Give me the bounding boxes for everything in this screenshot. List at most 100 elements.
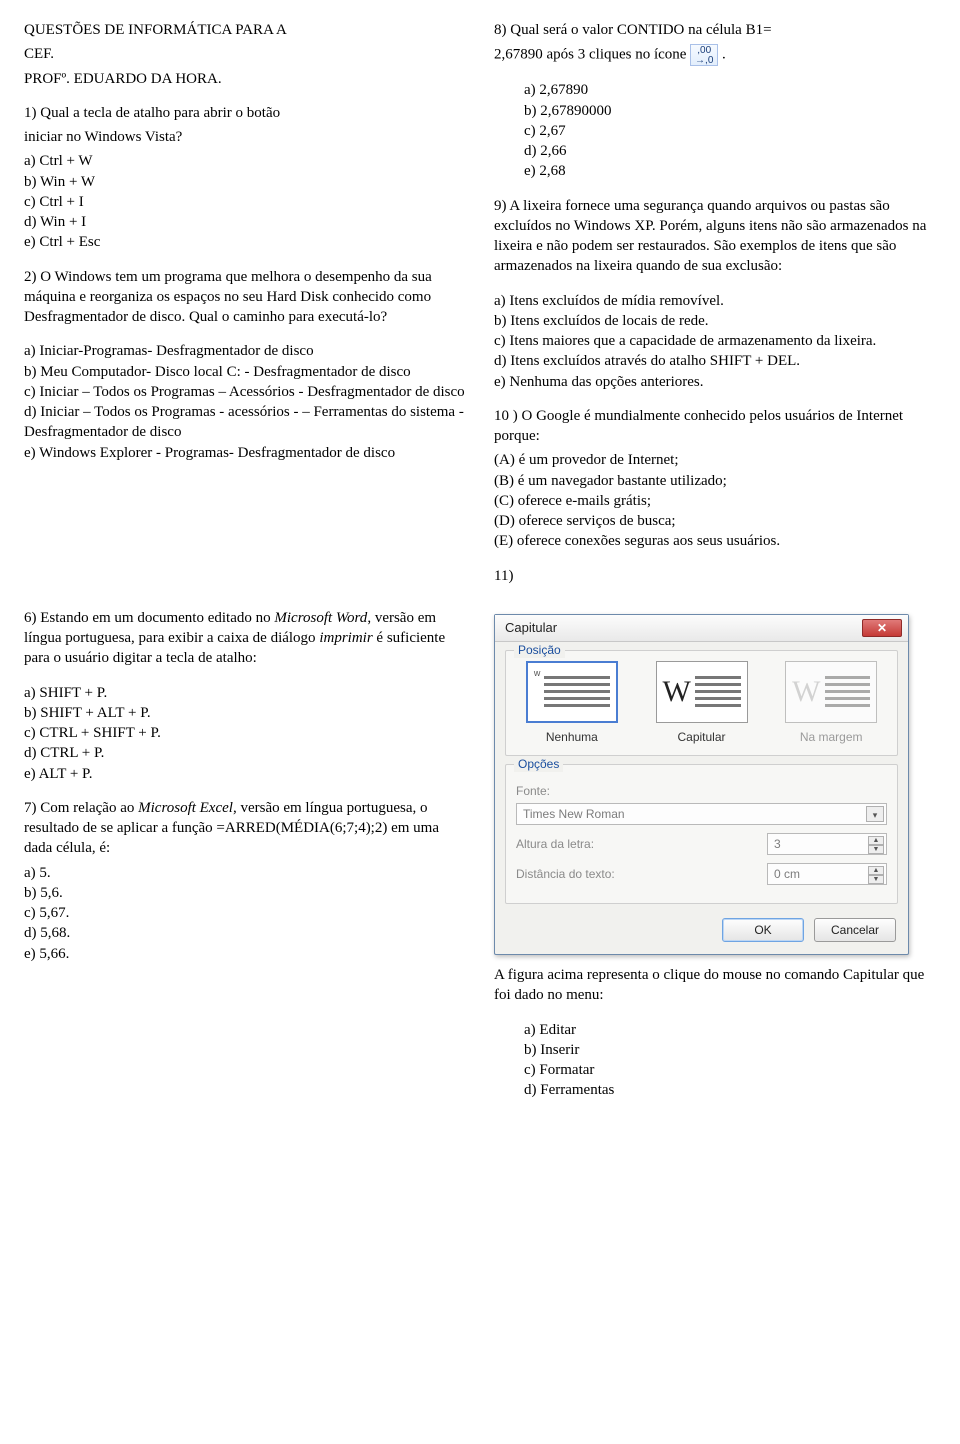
q8-stem-l2b: . — [722, 47, 726, 63]
q10-d: (D) oferece serviços de busca; — [494, 511, 936, 531]
q11-options: a) Editar b) Inserir c) Formatar d) Ferr… — [494, 1020, 936, 1101]
q1-a: a) Ctrl + W — [24, 151, 466, 171]
doc-title-l1: QUESTÕES DE INFORMÁTICA PARA A — [24, 20, 466, 40]
pos-none-label: Nenhuma — [516, 729, 628, 745]
group-opcoes: Opções Fonte: Times New Roman ▾ Altura d… — [505, 764, 898, 904]
q7-stem-i: Microsoft Excel — [138, 800, 233, 816]
pos-cap-label: Capitular — [646, 729, 758, 745]
icon-bot-text: →,0 — [695, 55, 713, 66]
q8-b: b) 2,67890000 — [524, 101, 936, 121]
doc-title-l3: PROFº. EDUARDO DA HORA. — [24, 69, 466, 89]
pos-margin-label: Na margem — [775, 729, 887, 745]
q1-b: b) Win + W — [24, 172, 466, 192]
q6-c: c) CTRL + SHIFT + P. — [24, 723, 466, 743]
pos-option-none[interactable]: w Nenhuma — [516, 661, 628, 745]
height-stepper[interactable]: 3 ▲▼ — [767, 833, 887, 855]
margin-w-icon: W — [792, 677, 820, 707]
q11-a: a) Editar — [524, 1020, 936, 1040]
q10-a: (A) é um provedor de Internet; — [494, 450, 936, 470]
capitular-w-icon: W — [663, 677, 691, 707]
font-value: Times New Roman — [523, 806, 625, 822]
q6-options: a) SHIFT + P. b) SHIFT + ALT + P. c) CTR… — [24, 683, 466, 784]
pos-option-margin[interactable]: W Na margem — [775, 661, 887, 745]
q8-options: a) 2,67890 b) 2,67890000 c) 2,67 d) 2,66… — [494, 80, 936, 181]
group-posicao-label: Posição — [514, 642, 565, 658]
capitular-dialog: Capitular ✕ Posição w Nenhuma W — [494, 614, 909, 955]
spin-up-icon[interactable]: ▲ — [868, 836, 884, 845]
q6-b: b) SHIFT + ALT + P. — [24, 703, 466, 723]
q10-b: (B) é um navegador bastante utilizado; — [494, 471, 936, 491]
q6-d: d) CTRL + P. — [24, 743, 466, 763]
q10-stem: 10 ) O Google é mundialmente conhecido p… — [494, 406, 936, 447]
pos-option-capitular[interactable]: W Capitular — [646, 661, 758, 745]
q10-e: (E) oferece conexões seguras aos seus us… — [494, 531, 936, 551]
q8-c: c) 2,67 — [524, 121, 936, 141]
q1-options: a) Ctrl + W b) Win + W c) Ctrl + I d) Wi… — [24, 151, 466, 252]
group-opcoes-label: Opções — [514, 756, 563, 772]
close-icon[interactable]: ✕ — [862, 619, 902, 637]
distance-stepper[interactable]: 0 cm ▲▼ — [767, 863, 887, 885]
q2-c: c) Iniciar – Todos os Programas – Acessó… — [24, 382, 466, 402]
q7-stem: 7) Com relação ao Microsoft Excel, versã… — [24, 798, 466, 859]
q9-a: a) Itens excluídos de mídia removível. — [494, 291, 936, 311]
q7-options: a) 5. b) 5,6. c) 5,67. d) 5,68. e) 5,66. — [24, 863, 466, 964]
cancel-button[interactable]: Cancelar — [814, 918, 896, 942]
q10-options: (A) é um provedor de Internet; (B) é um … — [494, 450, 936, 551]
q6-stem-i2: imprimir — [319, 630, 372, 646]
q2-options: a) Iniciar-Programas- Desfragmentador de… — [24, 341, 466, 463]
increase-decimal-icon: ,00 →,0 — [690, 44, 718, 66]
height-label: Altura da letra: — [516, 836, 767, 852]
q8-d: d) 2,66 — [524, 141, 936, 161]
q9-d: d) Itens excluídos através do atalho SHI… — [494, 351, 936, 371]
q2-a: a) Iniciar-Programas- Desfragmentador de… — [24, 341, 466, 361]
q9-e: e) Nenhuma das opções anteriores. — [494, 372, 936, 392]
spin-up-icon[interactable]: ▲ — [868, 866, 884, 875]
q8-stem-l2: 2,67890 após 3 cliques no ícone ,00 →,0 … — [494, 44, 936, 66]
q8-stem-l2a: 2,67890 após 3 cliques no ícone — [494, 47, 690, 63]
distance-label: Distância do texto: — [516, 866, 767, 882]
font-label: Fonte: — [516, 783, 887, 799]
q1-e: e) Ctrl + Esc — [24, 232, 466, 252]
q11-label: 11) — [494, 566, 936, 586]
q1-c: c) Ctrl + I — [24, 192, 466, 212]
chevron-down-icon[interactable]: ▾ — [866, 806, 884, 822]
group-posicao: Posição w Nenhuma W Capi — [505, 650, 898, 756]
q2-stem: 2) O Windows tem um programa que melhora… — [24, 267, 466, 328]
q11-d: d) Ferramentas — [524, 1080, 936, 1100]
ok-button[interactable]: OK — [722, 918, 804, 942]
doc-title-l2: CEF. — [24, 44, 466, 64]
q8-e: e) 2,68 — [524, 161, 936, 181]
spin-down-icon[interactable]: ▼ — [868, 875, 884, 884]
q1-stem-l2: iniciar no Windows Vista? — [24, 127, 466, 147]
q11-b: b) Inserir — [524, 1040, 936, 1060]
q1-stem-l1: 1) Qual a tecla de atalho para abrir o b… — [24, 103, 466, 123]
q2-e: e) Windows Explorer - Programas- Desfrag… — [24, 443, 466, 463]
q6-stem-i1: Microsoft Word — [274, 610, 367, 626]
height-value: 3 — [774, 836, 781, 852]
q11-c: c) Formatar — [524, 1060, 936, 1080]
q7-c: c) 5,67. — [24, 903, 466, 923]
q7-e: e) 5,66. — [24, 944, 466, 964]
q7-d: d) 5,68. — [24, 923, 466, 943]
q10-c: (C) oferece e-mails grátis; — [494, 491, 936, 511]
q7-b: b) 5,6. — [24, 883, 466, 903]
q6-e: e) ALT + P. — [24, 764, 466, 784]
font-select[interactable]: Times New Roman ▾ — [516, 803, 887, 825]
q1-d: d) Win + I — [24, 212, 466, 232]
q9-b: b) Itens excluídos de locais de rede. — [494, 311, 936, 331]
distance-value: 0 cm — [774, 866, 800, 882]
q6-a: a) SHIFT + P. — [24, 683, 466, 703]
spin-down-icon[interactable]: ▼ — [868, 845, 884, 854]
q11-after-text: A figura acima representa o clique do mo… — [494, 965, 936, 1006]
dialog-titlebar: Capitular ✕ — [495, 615, 908, 642]
q9-c: c) Itens maiores que a capacidade de arm… — [494, 331, 936, 351]
q2-d: d) Iniciar – Todos os Programas - acessó… — [24, 402, 466, 443]
q6-stem-a: 6) Estando em um documento editado no — [24, 610, 274, 626]
q7-stem-a: 7) Com relação ao — [24, 800, 138, 816]
q6-stem: 6) Estando em um documento editado no Mi… — [24, 608, 466, 669]
q2-b: b) Meu Computador- Disco local C: - Desf… — [24, 362, 466, 382]
w-char-icon: w — [534, 667, 541, 679]
q7-a: a) 5. — [24, 863, 466, 883]
q9-stem: 9) A lixeira fornece uma segurança quand… — [494, 196, 936, 277]
q8-stem-l1: 8) Qual será o valor CONTIDO na célula B… — [494, 20, 936, 40]
